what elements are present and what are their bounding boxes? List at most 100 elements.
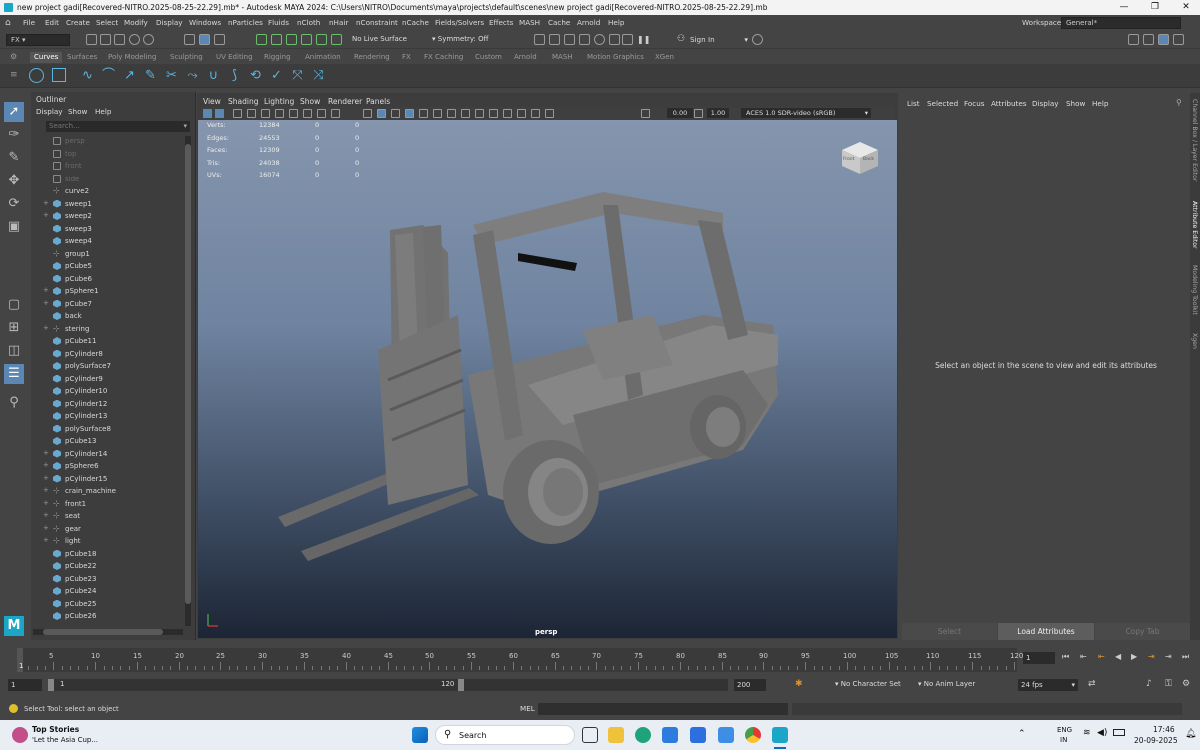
step-back-frame-icon[interactable]: ⇤ — [1098, 652, 1105, 661]
outliner-row[interactable]: + pSphere6 — [31, 460, 186, 472]
sidebar-toggle-4-icon[interactable] — [1173, 34, 1184, 45]
shelf-tab-surfaces[interactable]: Surfaces — [67, 53, 97, 61]
smooth-shade-icon[interactable] — [377, 109, 386, 118]
new-scene-icon[interactable] — [86, 34, 97, 45]
end-frame-field[interactable]: 200 — [734, 679, 766, 691]
outliner-row[interactable]: pCylinder10 — [31, 385, 186, 397]
expand-toggle-icon[interactable]: + — [43, 499, 49, 507]
battery-icon[interactable] — [1113, 729, 1125, 736]
scale-tool-icon[interactable]: ▣ — [4, 217, 24, 237]
textured-icon[interactable] — [405, 109, 414, 118]
gamma-icon[interactable] — [641, 109, 650, 118]
bookmark-icon[interactable] — [233, 109, 242, 118]
outliner-row[interactable]: pCube13 — [31, 435, 186, 447]
outliner-row[interactable]: sweep3 — [31, 223, 186, 235]
menu-help[interactable]: Help — [608, 18, 624, 27]
nurbs-square-icon[interactable] — [52, 68, 66, 82]
dropbox-icon[interactable] — [690, 727, 706, 743]
shelf-options-icon[interactable]: ≡ — [10, 70, 18, 80]
outliner-row[interactable]: + sweep1 — [31, 198, 186, 210]
attribute-editor-tab[interactable]: Attribute Editor — [1191, 201, 1198, 249]
attribute-editor-menu-display[interactable]: Display — [1032, 99, 1059, 108]
menu-nhair[interactable]: nHair — [329, 18, 348, 27]
menu-fluids[interactable]: Fluids — [268, 18, 289, 27]
expand-toggle-icon[interactable]: + — [43, 461, 49, 469]
anti-aliasing-icon[interactable] — [475, 109, 484, 118]
outliner-layout-icon[interactable]: ☰ — [4, 364, 24, 384]
news-widget-icon[interactable] — [12, 727, 28, 743]
shelf-settings-icon[interactable]: ⚙ — [10, 52, 17, 61]
pencil-curve-icon[interactable]: ✎ — [143, 68, 158, 83]
viewport-menu-view[interactable]: View — [203, 97, 221, 106]
default-material-icon[interactable] — [391, 109, 400, 118]
outliner-row[interactable]: pCylinder13 — [31, 410, 186, 422]
motion-blur-icon[interactable] — [461, 109, 470, 118]
clock-time[interactable]: 17:46 — [1153, 725, 1175, 734]
outliner-row[interactable]: + ⊹ light — [31, 535, 186, 547]
maya-taskbar-icon[interactable] — [772, 727, 788, 743]
minimize-button[interactable]: — — [1110, 1, 1138, 14]
sidebar-toggle-2-icon[interactable] — [1143, 34, 1154, 45]
outliner-row[interactable]: side — [31, 173, 186, 185]
select-component-icon[interactable] — [214, 34, 225, 45]
outliner-row[interactable]: polySurface8 — [31, 423, 186, 435]
copy-tab-button[interactable]: Copy Tab — [1095, 623, 1190, 640]
outliner-row[interactable]: + sweep2 — [31, 210, 186, 222]
select-tool-icon[interactable]: ➚ — [4, 102, 24, 122]
safe-title-icon[interactable] — [331, 109, 340, 118]
ipr-render-icon[interactable] — [549, 34, 560, 45]
menu-windows[interactable]: Windows — [189, 18, 221, 27]
attribute-editor-menu-attributes[interactable]: Attributes — [991, 99, 1026, 108]
step-forward-key-icon[interactable]: ⇥ — [1165, 652, 1172, 661]
outliner-row[interactable]: + pSphere1 — [31, 285, 186, 297]
workspace-dropdown[interactable]: General* — [1061, 17, 1181, 29]
outliner-row[interactable]: + pCylinder14 — [31, 448, 186, 460]
resolution-gate-icon[interactable] — [289, 109, 298, 118]
gamma-field[interactable]: 1.00 — [707, 108, 729, 118]
sidebar-toggle-1-icon[interactable] — [1128, 34, 1139, 45]
pin-icon[interactable]: ⚲ — [1176, 98, 1182, 107]
menu-effects[interactable]: Effects — [489, 18, 513, 27]
range-handle-start[interactable] — [48, 679, 54, 691]
outliner-row[interactable]: pCylinder12 — [31, 398, 186, 410]
outliner-row[interactable]: pCube5 — [31, 260, 186, 272]
ep-curve-icon[interactable]: ∿ — [80, 68, 95, 83]
shelf-tab-mash[interactable]: MASH — [552, 53, 573, 61]
outliner-menu-show[interactable]: Show — [68, 107, 87, 116]
go-to-end-icon[interactable]: ⏭ — [1182, 652, 1189, 662]
play-backward-icon[interactable]: ◀ — [1115, 652, 1121, 661]
refresh-icon[interactable] — [752, 34, 763, 45]
camera-attr-icon[interactable] — [215, 109, 224, 118]
shelf-tab-rendering[interactable]: Rendering — [354, 53, 390, 61]
tray-chevron-icon[interactable]: ⌃ — [1018, 729, 1026, 739]
shelf-tab-uv-editing[interactable]: UV Editing — [216, 53, 253, 61]
shadows-icon[interactable] — [433, 109, 442, 118]
notification-icon[interactable]: 🔔︎ — [1185, 729, 1196, 739]
outliner-scroll-thumb[interactable] — [185, 144, 191, 604]
current-frame-field[interactable]: 1 — [1023, 652, 1055, 664]
save-scene-icon[interactable] — [114, 34, 125, 45]
viewport-canvas[interactable]: Verts: 12384 0 0 Edges: 24553 0 0 Faces: 12309 0 0 T… — [198, 120, 897, 638]
attribute-editor-menu-selected[interactable]: Selected — [927, 99, 958, 108]
outliner-row[interactable]: pCube22 — [31, 560, 186, 572]
step-forward-frame-icon[interactable]: ⇥ — [1148, 652, 1155, 661]
expand-toggle-icon[interactable]: + — [43, 324, 49, 332]
menu-nparticles[interactable]: nParticles — [228, 18, 263, 27]
expand-toggle-icon[interactable]: + — [43, 199, 49, 207]
file-explorer-icon[interactable] — [608, 727, 624, 743]
wireframe-icon[interactable] — [363, 109, 372, 118]
select-object-icon[interactable] — [199, 34, 210, 45]
outliner-search-input[interactable]: Search... ▾ — [46, 121, 190, 132]
fillet-curve-icon[interactable]: ⟆ — [227, 68, 242, 83]
expand-toggle-icon[interactable]: + — [43, 536, 49, 544]
viewport-menu-renderer[interactable]: Renderer — [328, 97, 362, 106]
xray-joints-icon[interactable] — [517, 109, 526, 118]
image-plane-icon[interactable] — [247, 109, 256, 118]
outliner-row[interactable]: + pCylinder15 — [31, 473, 186, 485]
isolate-select-icon[interactable] — [489, 109, 498, 118]
render-frame-icon[interactable] — [534, 34, 545, 45]
outliner-row[interactable]: pCylinder9 — [31, 373, 186, 385]
volume-icon[interactable]: ◀) — [1097, 728, 1107, 738]
outliner-row[interactable]: persp — [31, 135, 186, 147]
wifi-icon[interactable]: ≋ — [1083, 728, 1091, 738]
